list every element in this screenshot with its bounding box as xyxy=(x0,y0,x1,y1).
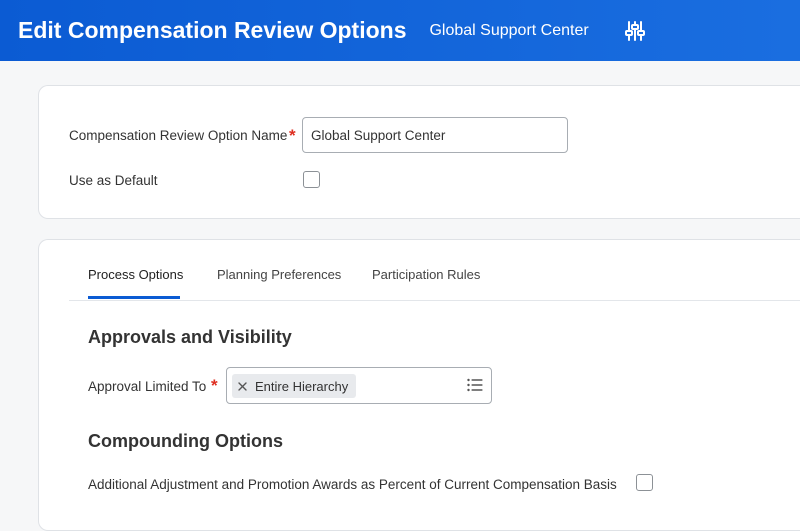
approval-limited-select[interactable]: Entire Hierarchy xyxy=(226,367,492,404)
option-name-label: Compensation Review Option Name xyxy=(69,128,288,143)
page-subtitle: Global Support Center xyxy=(429,21,589,39)
selected-item-pill: Entire Hierarchy xyxy=(232,374,357,398)
page-header: Edit Compensation Review Options Global … xyxy=(0,0,800,61)
use-as-default-label: Use as Default xyxy=(69,173,158,188)
option-name-input[interactable] xyxy=(302,117,568,153)
adjustment-awards-checkbox[interactable] xyxy=(636,474,653,491)
required-indicator: * xyxy=(211,376,218,395)
sliders-icon[interactable] xyxy=(623,19,647,43)
remove-icon[interactable] xyxy=(238,381,247,391)
tab-bar: Process Options Planning Preferences Par… xyxy=(69,240,800,301)
list-icon[interactable] xyxy=(467,378,483,397)
compounding-section-title: Compounding Options xyxy=(88,431,283,451)
adjustment-awards-label: Additional Adjustment and Promotion Awar… xyxy=(88,477,617,492)
approval-limited-label: Approval Limited To xyxy=(88,379,207,394)
active-tab-indicator xyxy=(88,296,180,299)
use-as-default-checkbox[interactable] xyxy=(303,171,320,188)
tab-process-options[interactable]: Process Options xyxy=(88,267,183,282)
general-options-card: Compensation Review Option Name * Use as… xyxy=(38,85,800,219)
tab-planning-preferences[interactable]: Planning Preferences xyxy=(217,267,341,282)
required-indicator: * xyxy=(289,126,296,145)
process-options-card: Process Options Planning Preferences Par… xyxy=(38,239,800,531)
tab-participation-rules[interactable]: Participation Rules xyxy=(372,267,480,282)
approvals-section-title: Approvals and Visibility xyxy=(88,327,292,347)
selected-item-label: Entire Hierarchy xyxy=(255,378,349,394)
page-title: Edit Compensation Review Options xyxy=(18,17,407,43)
